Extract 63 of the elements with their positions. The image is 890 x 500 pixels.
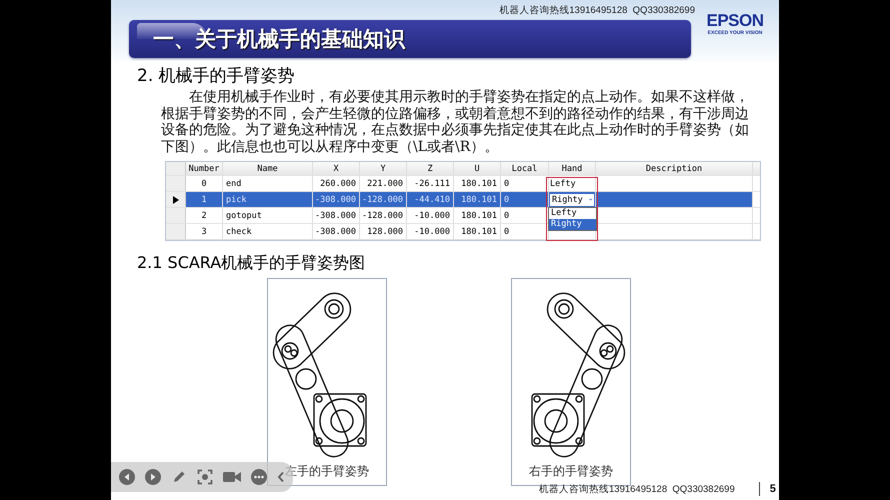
table-cell: -308.000 (313, 224, 360, 239)
highlight-frame (546, 177, 598, 241)
row-header-cell[interactable] (166, 192, 186, 207)
column-header[interactable]: Number (186, 162, 223, 175)
table-cell: 3 (186, 224, 223, 239)
table-cell: -308.000 (313, 208, 360, 223)
column-header[interactable]: Description (596, 162, 753, 175)
table-cell: 128.000 (360, 224, 407, 239)
column-header[interactable]: Z (407, 162, 454, 175)
section-heading: 2. 机械手的手臂姿势 (137, 65, 296, 87)
table-cell: -10.000 (407, 208, 454, 223)
column-header[interactable]: Y (360, 162, 407, 175)
row-header-cell[interactable] (166, 208, 186, 223)
column-header[interactable]: Name (223, 162, 313, 175)
table-cell: -128.000 (360, 208, 407, 223)
subsection-heading: 2.1 SCARA机械手的手臂姿势图 (137, 253, 366, 274)
table-cell: end (223, 176, 313, 191)
page-number: 5 (770, 483, 776, 495)
table-cell: 180.101 (454, 224, 501, 239)
figure-caption: 右手的手臂姿势 (529, 463, 613, 480)
column-header[interactable]: U (454, 162, 501, 175)
row-header-cell[interactable] (166, 224, 186, 239)
table-cell: 180.101 (454, 192, 501, 207)
table-cell: -26.111 (407, 176, 454, 191)
more-icon[interactable] (251, 469, 267, 485)
table-cell: -44.410 (407, 192, 454, 207)
body-paragraph: 在使用机械手作业时，有必要使其用示教时的手臂姿势在指定的点上动作。如果不这样做，根据手臂姿势的不同，会产生轻微的位路偏移，或朝着意想不到的路径动作的结果，有干涉周边设备的危险。为了避免这种情况，在点数据中必须事先指定使其在此点上动作时的手臂姿势（如下图）。此信息也也可以从程序中变更（\L或者\R）。 (161, 89, 750, 155)
table-cell: 0 (501, 176, 549, 191)
table-cell: 0 (186, 176, 223, 191)
table-cell: 1 (186, 192, 223, 207)
video-camera-icon[interactable] (223, 470, 241, 484)
logo-text: EPSON (706, 12, 764, 30)
table-cell: check (223, 224, 313, 239)
table-cell: -308.000 (313, 192, 360, 207)
column-header[interactable]: X (313, 162, 360, 175)
hotline-text: 机器人咨询热线13916495128 QQ330382699 (499, 4, 695, 17)
table-cell: pick (223, 192, 313, 207)
title-bar: 一、关于机械手的基础知识 (129, 20, 691, 58)
previous-icon[interactable] (119, 469, 135, 485)
column-header[interactable]: Hand (549, 162, 596, 175)
hand-dropdown[interactable]: Righty (550, 194, 594, 206)
dropdown-option[interactable]: Lefty (549, 208, 596, 219)
table-cell: 221.000 (360, 176, 407, 191)
play-icon[interactable] (145, 469, 161, 485)
table-cell: 180.101 (454, 208, 501, 223)
table-cell: -10.000 (407, 224, 454, 239)
table-cell: -128.000 (360, 192, 407, 207)
table-row[interactable]: 1 pick -308.000 -128.000 -44.410 180.101 0 Righty (166, 192, 760, 208)
table-cell: 260.000 (313, 176, 360, 191)
row-header-cell[interactable] (166, 176, 186, 191)
pencil-icon[interactable] (171, 469, 187, 485)
table-cell: Lefty (550, 178, 576, 188)
table-cell: gotoput (223, 208, 313, 223)
collapse-icon[interactable] (277, 471, 285, 483)
row-pointer-icon (172, 196, 178, 204)
screenshot-icon[interactable] (197, 469, 213, 485)
hotline-text: 机器人咨询热线13916495128 QQ330382699 (539, 482, 735, 496)
table-cell: 2 (186, 208, 223, 223)
figure-caption: 左手的手臂姿势 (285, 463, 369, 480)
table-cell: 180.101 (454, 176, 501, 191)
table-cell: 0 (501, 192, 549, 207)
column-header[interactable]: Local (501, 162, 549, 175)
dropdown-option[interactable]: Righty (549, 219, 596, 230)
